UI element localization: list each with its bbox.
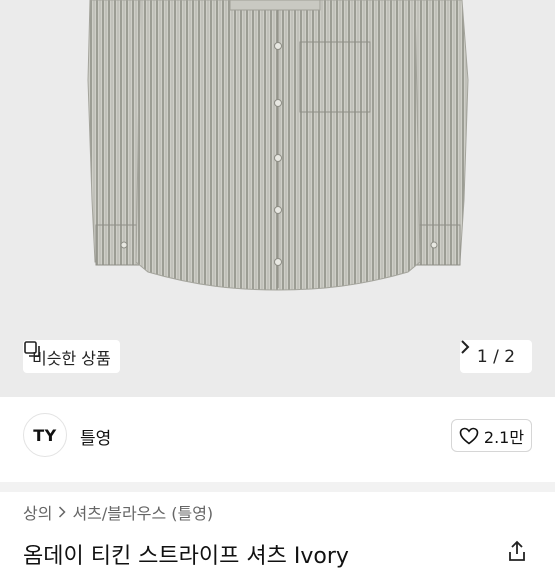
similar-items-icon: [24, 341, 40, 357]
similar-items-button[interactable]: 비슷한 상품: [23, 340, 120, 373]
like-count: 2.1만: [483, 427, 525, 447]
breadcrumb-item-top[interactable]: 상의: [23, 500, 52, 524]
product-title: 옴데이 티킨 스트라이프 셔츠 Ivory: [23, 544, 349, 569]
breadcrumb: 상의 셔츠/블라우스 (틀영): [23, 500, 213, 524]
product-image-area[interactable]: 비슷한 상품 1 / 2: [0, 0, 555, 397]
chevron-right-icon: [59, 506, 67, 518]
chevron-right-icon: [461, 340, 470, 354]
similar-items-label: 비슷한 상품: [32, 348, 111, 368]
pager-text: 1 / 2: [476, 346, 516, 367]
image-pager[interactable]: 1 / 2: [460, 340, 532, 373]
share-icon[interactable]: [506, 540, 528, 562]
like-button[interactable]: 2.1만: [451, 419, 532, 452]
seller-row: TY 틀영 2.1만: [0, 397, 555, 479]
striped-shirt-image: [87, 0, 469, 291]
breadcrumb-item-category[interactable]: 셔츠/블라우스 (틀영): [72, 500, 213, 524]
seller-name[interactable]: 틀영: [80, 424, 111, 449]
section-divider: [0, 482, 555, 492]
heart-icon: [459, 427, 479, 445]
avatar[interactable]: TY: [23, 413, 67, 457]
